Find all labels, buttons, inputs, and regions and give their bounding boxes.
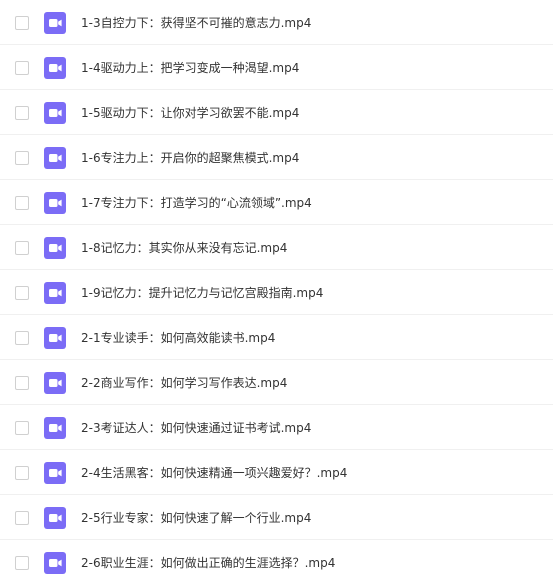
file-row[interactable]: 1-5驱动力下：让你对学习欲罢不能.mp4: [0, 91, 553, 135]
file-row[interactable]: 1-9记忆力：提升记忆力与记忆宫殿指南.mp4: [0, 271, 553, 315]
video-file-icon: [44, 12, 66, 34]
file-name[interactable]: 1-4驱动力上：把学习变成一种渴望.mp4: [81, 46, 299, 90]
file-name[interactable]: 1-6专注力上：开启你的超聚焦模式.mp4: [81, 136, 299, 180]
video-file-icon: [44, 462, 66, 484]
video-file-icon: [44, 282, 66, 304]
file-row[interactable]: 1-6专注力上：开启你的超聚焦模式.mp4: [0, 136, 553, 180]
file-checkbox[interactable]: [15, 196, 29, 210]
file-name[interactable]: 1-3自控力下：获得坚不可摧的意志力.mp4: [81, 1, 311, 45]
file-name[interactable]: 1-9记忆力：提升记忆力与记忆宫殿指南.mp4: [81, 271, 323, 315]
file-row[interactable]: 2-3考证达人：如何快速通过证书考试.mp4: [0, 406, 553, 450]
file-checkbox[interactable]: [15, 16, 29, 30]
file-checkbox[interactable]: [15, 556, 29, 570]
file-checkbox[interactable]: [15, 151, 29, 165]
video-file-icon: [44, 552, 66, 574]
file-checkbox[interactable]: [15, 61, 29, 75]
file-name[interactable]: 1-5驱动力下：让你对学习欲罢不能.mp4: [81, 91, 299, 135]
file-row[interactable]: 2-2商业写作：如何学习写作表达.mp4: [0, 361, 553, 405]
file-checkbox[interactable]: [15, 106, 29, 120]
video-file-icon: [44, 372, 66, 394]
file-name[interactable]: 1-8记忆力：其实你从来没有忘记.mp4: [81, 226, 287, 270]
file-name[interactable]: 1-7专注力下：打造学习的“心流领域”.mp4: [81, 181, 312, 225]
video-file-icon: [44, 57, 66, 79]
video-file-icon: [44, 507, 66, 529]
file-row[interactable]: 1-3自控力下：获得坚不可摧的意志力.mp4: [0, 1, 553, 45]
file-checkbox[interactable]: [15, 331, 29, 345]
file-name[interactable]: 2-1专业读手：如何高效能读书.mp4: [81, 316, 275, 360]
video-file-icon: [44, 102, 66, 124]
file-name[interactable]: 2-4生活黑客：如何快速精通一项兴趣爱好？.mp4: [81, 451, 347, 495]
file-name[interactable]: 2-2商业写作：如何学习写作表达.mp4: [81, 361, 287, 405]
file-checkbox[interactable]: [15, 376, 29, 390]
video-file-icon: [44, 327, 66, 349]
file-row[interactable]: 1-7专注力下：打造学习的“心流领域”.mp4: [0, 181, 553, 225]
video-file-icon: [44, 237, 66, 259]
file-name[interactable]: 2-6职业生涯：如何做出正确的生涯选择？.mp4: [81, 541, 335, 581]
file-row[interactable]: 2-5行业专家：如何快速了解一个行业.mp4: [0, 496, 553, 540]
file-row[interactable]: 1-4驱动力上：把学习变成一种渴望.mp4: [0, 46, 553, 90]
file-checkbox[interactable]: [15, 421, 29, 435]
file-list: 1-3自控力下：获得坚不可摧的意志力.mp4 1-4驱动力上：把学习变成一种渴望.…: [0, 0, 553, 581]
file-row[interactable]: 1-8记忆力：其实你从来没有忘记.mp4: [0, 226, 553, 270]
file-row[interactable]: 2-6职业生涯：如何做出正确的生涯选择？.mp4: [0, 541, 553, 581]
video-file-icon: [44, 192, 66, 214]
file-row[interactable]: 2-4生活黑客：如何快速精通一项兴趣爱好？.mp4: [0, 451, 553, 495]
video-file-icon: [44, 417, 66, 439]
file-checkbox[interactable]: [15, 241, 29, 255]
file-name[interactable]: 2-3考证达人：如何快速通过证书考试.mp4: [81, 406, 311, 450]
file-name[interactable]: 2-5行业专家：如何快速了解一个行业.mp4: [81, 496, 311, 540]
file-checkbox[interactable]: [15, 511, 29, 525]
file-checkbox[interactable]: [15, 286, 29, 300]
video-file-icon: [44, 147, 66, 169]
file-row[interactable]: 2-1专业读手：如何高效能读书.mp4: [0, 316, 553, 360]
file-checkbox[interactable]: [15, 466, 29, 480]
